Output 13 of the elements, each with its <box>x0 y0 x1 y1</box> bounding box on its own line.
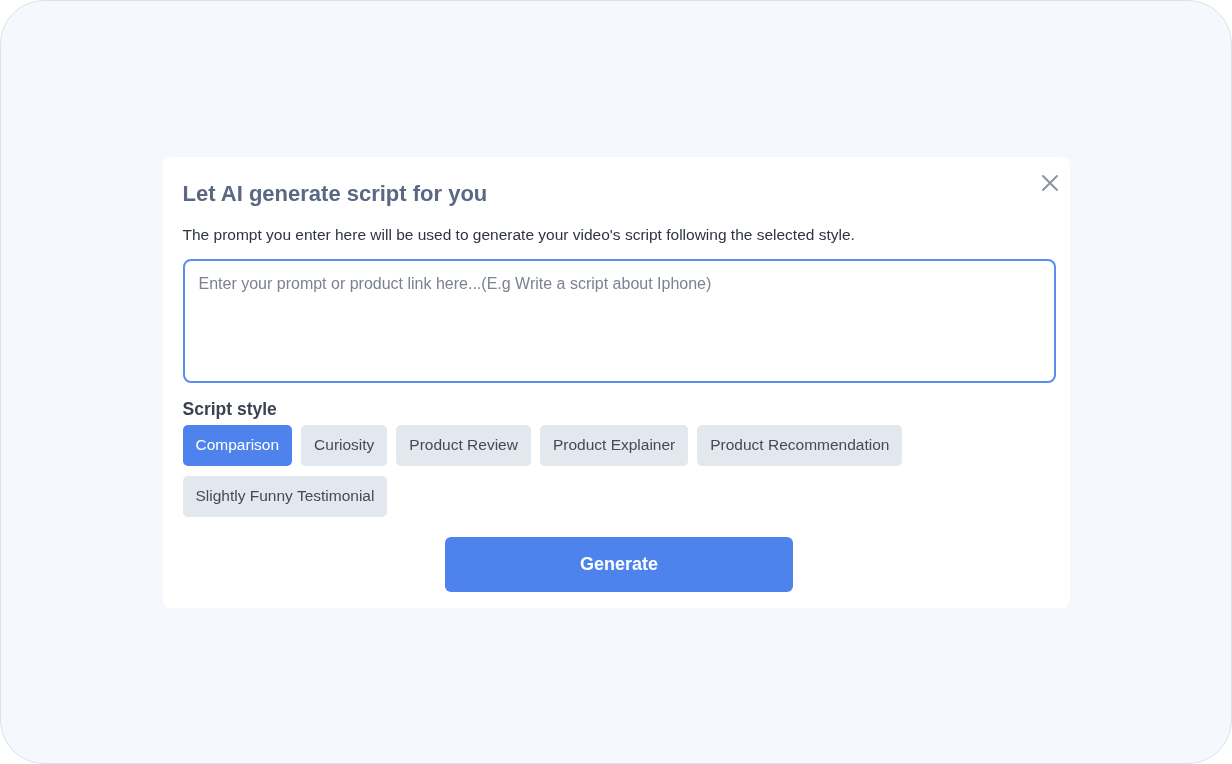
prompt-field[interactable]: Enter your prompt or product link here...(E.g Write a script about Iphone) <box>182 258 1056 383</box>
style-chip[interactable]: Product Review <box>396 424 531 466</box>
dialog-title: Let AI generate script for you <box>182 179 488 208</box>
style-chip[interactable]: Comparison <box>182 424 293 466</box>
close-icon <box>1039 172 1060 193</box>
close-button[interactable] <box>1039 172 1060 193</box>
style-chip[interactable]: Product Recommendation <box>697 424 903 466</box>
style-chip[interactable]: Product Explainer <box>539 424 689 466</box>
generate-button[interactable]: Generate <box>445 536 793 592</box>
style-chip[interactable]: Curiosity <box>301 424 388 466</box>
style-chip[interactable]: Slightly Funny Testimonial <box>182 475 388 517</box>
script-style-label: Script style <box>182 397 278 421</box>
dialog-description: The prompt you enter here will be used to generate your video's script following the selected style. <box>182 224 856 245</box>
